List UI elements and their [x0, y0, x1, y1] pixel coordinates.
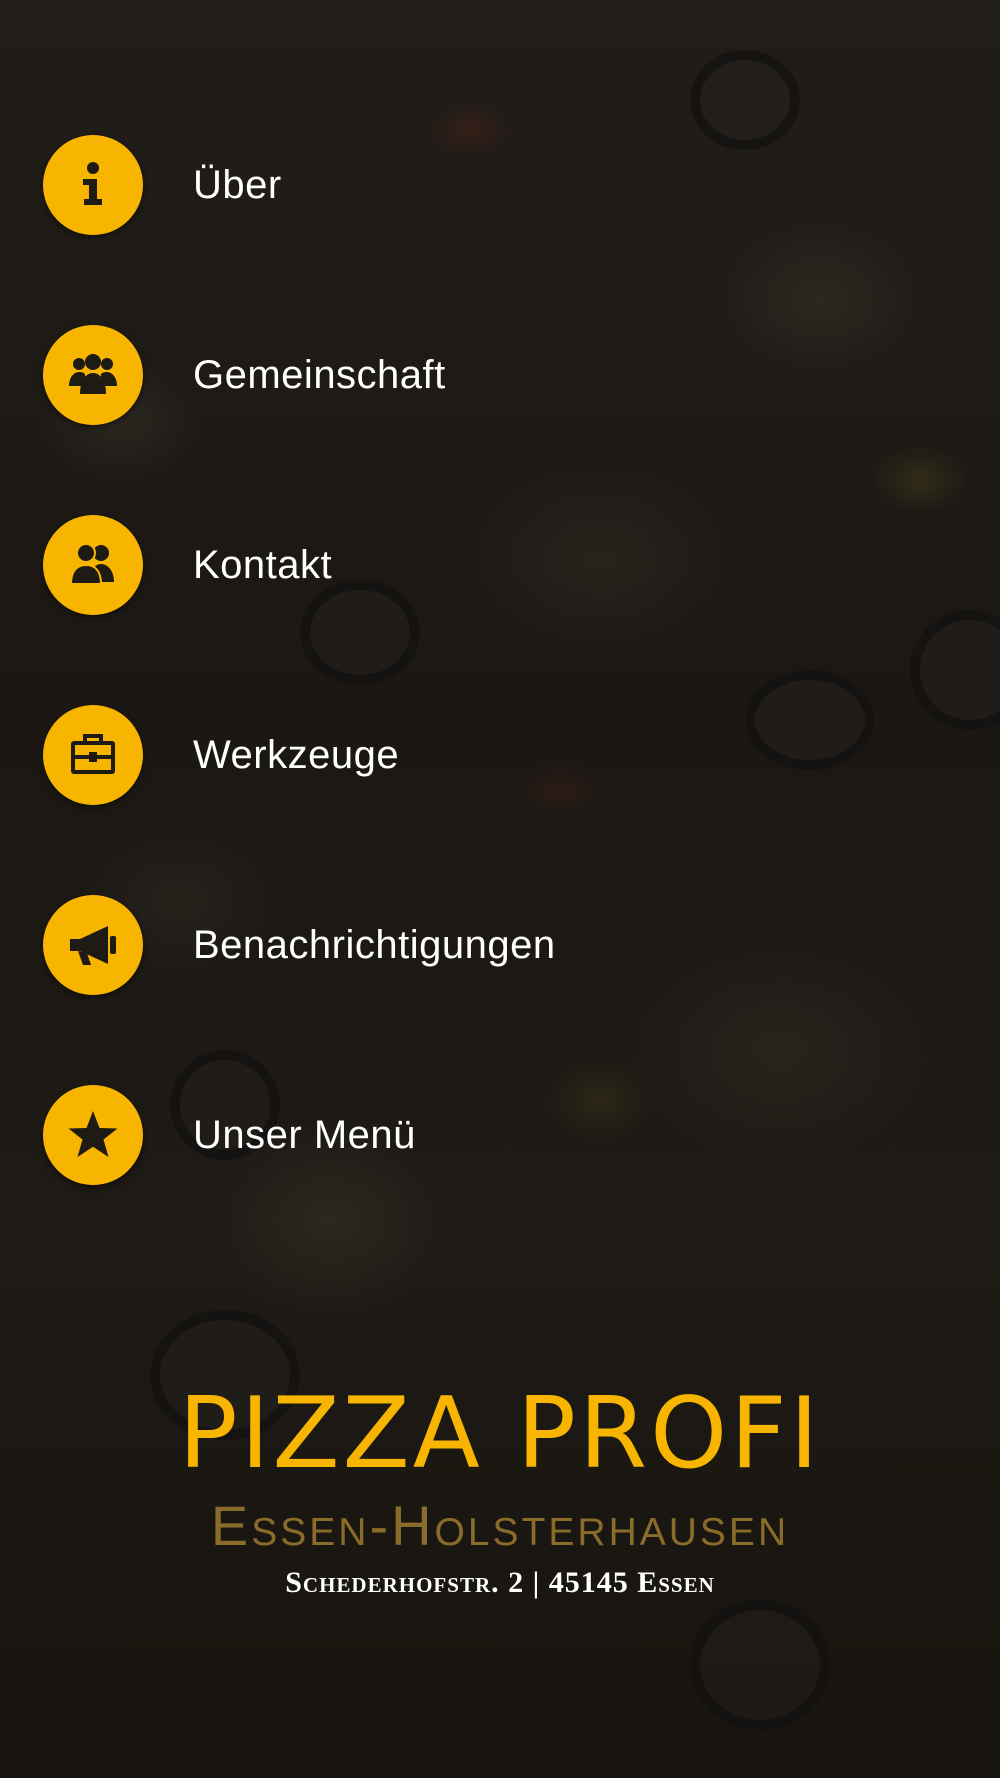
menu-item-label: Unser Menü — [193, 1112, 416, 1157]
menu-item-label: Werkzeuge — [193, 732, 400, 777]
briefcase-icon — [43, 705, 143, 805]
megaphone-icon — [43, 895, 143, 995]
star-icon — [43, 1085, 143, 1185]
brand-logo-subtitle: Essen-Holsterhausen — [210, 1494, 790, 1557]
menu-item-label: Über — [193, 162, 282, 207]
contacts-icon — [43, 515, 143, 615]
background-olive — [690, 50, 800, 150]
background-olive — [690, 1600, 830, 1730]
menu-item-ueber[interactable]: Über — [43, 133, 282, 237]
brand-logo-title: PIZZA PROFI — [178, 1377, 822, 1491]
menu-item-benachrichtigungen[interactable]: Benachrichtigungen — [43, 893, 556, 997]
menu-item-label: Benachrichtigungen — [193, 922, 556, 967]
menu-item-werkzeuge[interactable]: Werkzeuge — [43, 703, 399, 807]
group-icon — [43, 325, 143, 425]
info-icon — [43, 135, 143, 235]
menu-item-unser-menue[interactable]: Unser Menü — [43, 1083, 416, 1187]
menu-item-gemeinschaft[interactable]: Gemeinschaft — [43, 323, 446, 427]
menu-item-label: Gemeinschaft — [193, 352, 446, 397]
menu-item-label: Kontakt — [193, 542, 333, 587]
menu-item-kontakt[interactable]: Kontakt — [43, 513, 332, 617]
brand-address: Schederhofstr. 2 | 45145 Essen — [285, 1566, 715, 1599]
background-olive — [745, 670, 875, 770]
